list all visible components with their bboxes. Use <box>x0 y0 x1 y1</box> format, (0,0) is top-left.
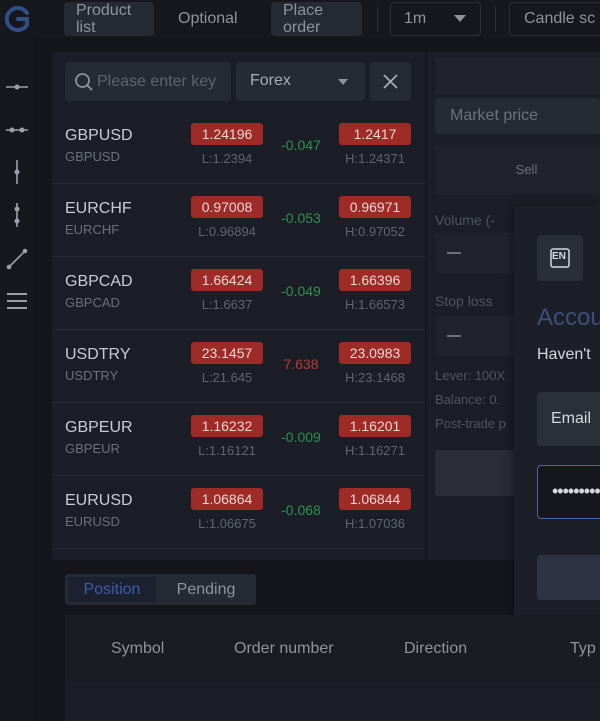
low-value: L:1.06675 <box>198 516 256 531</box>
table-row[interactable]: EURCHF EURCHF 0.97008 0.96971 L:0.96894 … <box>52 184 425 257</box>
change-value: -0.053 <box>281 210 321 226</box>
high-value: H:23.1468 <box>345 370 405 385</box>
language-code: EN <box>552 251 566 262</box>
close-icon <box>383 74 398 89</box>
column-header-type: Typ <box>570 640 596 657</box>
column-header-direction: Direction <box>404 640 468 657</box>
horizontal-line-icon[interactable] <box>4 74 30 100</box>
symbol-name: USDTRY <box>65 346 131 363</box>
low-value: L:1.16121 <box>198 443 256 458</box>
minus-icon[interactable] <box>447 252 461 254</box>
drawing-toolbar <box>0 38 34 721</box>
login-button[interactable] <box>537 555 600 600</box>
symbol-name: EURUSD <box>65 492 133 509</box>
language-button[interactable]: EN <box>537 235 583 281</box>
table-row[interactable]: USDTRY USDTRY 23.1457 23.0983 L:21.645 H… <box>52 330 425 403</box>
chevron-down-icon <box>454 15 466 22</box>
volume-label: Volume (- <box>435 212 495 228</box>
bid-price: 23.1457 <box>191 342 263 364</box>
symbol-sub: GBPEUR <box>65 441 120 456</box>
category-select[interactable]: Forex <box>236 62 365 101</box>
place-order-tab[interactable]: Place order <box>271 2 362 36</box>
table-row[interactable]: GBPEUR GBPEUR 1.16232 1.16201 L:1.16121 … <box>52 403 425 476</box>
symbol-sub: GBPUSD <box>65 149 120 164</box>
table-row[interactable]: GBPCAD GBPCAD 1.66424 1.66396 L:1.6637 H… <box>52 257 425 330</box>
ask-price: 1.16201 <box>339 415 411 437</box>
high-value: H:1.66573 <box>345 297 405 312</box>
menu-icon[interactable] <box>4 288 30 314</box>
close-button[interactable] <box>370 62 411 101</box>
table-row[interactable]: GBPUSD GBPUSD 1.24196 1.2417 L:1.2394 H:… <box>52 111 425 184</box>
symbol-name: GBPCAD <box>65 273 133 290</box>
bid-price: 0.97008 <box>191 196 263 218</box>
order-type-select[interactable]: Market price <box>435 98 600 134</box>
low-value: L:21.645 <box>201 370 253 385</box>
ask-price: 0.96971 <box>339 196 411 218</box>
email-field[interactable]: Email <box>537 392 600 446</box>
symbol-sub: EURCHF <box>65 222 120 237</box>
divider <box>495 6 496 32</box>
symbol-name: GBPEUR <box>65 419 133 436</box>
ask-price: 1.66396 <box>339 269 411 291</box>
high-value: H:1.24371 <box>345 151 405 166</box>
symbol-sub: EURUSD <box>65 514 120 529</box>
password-field[interactable]: •••••••••• <box>537 465 600 519</box>
logo-icon <box>4 6 29 32</box>
table-row[interactable]: EURUSD EURUSD 1.06864 1.06844 L:1.06675 … <box>52 476 425 549</box>
search-box[interactable] <box>65 62 231 101</box>
sell-button[interactable]: Sell <box>435 145 600 195</box>
top-bar: Product list Optional Place order 1m Candl… <box>0 0 600 38</box>
tab-position[interactable]: Position <box>68 577 156 602</box>
change-value: -0.049 <box>281 283 321 299</box>
chart-type-select[interactable]: Candle sc <box>509 2 600 36</box>
category-value: Forex <box>250 72 291 89</box>
post-trade-label: Post-trade p <box>435 416 506 431</box>
bid-price: 1.16232 <box>191 415 263 437</box>
search-icon <box>75 73 93 91</box>
product-list-tab[interactable]: Product list <box>64 2 154 36</box>
low-value: L:1.2394 <box>201 151 253 166</box>
divider <box>377 6 378 32</box>
balance-label: Balance: 0. <box>435 392 501 407</box>
change-value: -0.047 <box>281 137 321 153</box>
high-value: H:1.16271 <box>345 443 405 458</box>
high-value: H:1.07036 <box>345 516 405 531</box>
dialog-subtitle: Haven't <box>537 346 591 363</box>
change-value: -0.009 <box>281 429 321 445</box>
change-value: 7.638 <box>283 356 319 372</box>
trend-line-icon[interactable] <box>4 246 30 272</box>
symbol-name: GBPUSD <box>65 127 133 144</box>
ask-price: 23.0983 <box>339 342 411 364</box>
change-value: -0.068 <box>281 502 321 518</box>
symbol-name: EURCHF <box>65 200 132 217</box>
tab-pending[interactable]: Pending <box>160 577 252 602</box>
optional-tab[interactable]: Optional <box>178 2 238 36</box>
column-header-symbol: Symbol <box>111 640 165 657</box>
search-input[interactable] <box>97 62 225 101</box>
position-tabs: Position Pending <box>65 574 256 605</box>
stop-loss-label: Stop loss <box>435 293 493 309</box>
bid-price: 1.06864 <box>191 488 263 510</box>
chevron-down-icon <box>338 79 348 85</box>
high-value: H:0.97052 <box>345 224 405 239</box>
lever-label: Lever: 100X <box>435 368 506 383</box>
vertical-segment-icon[interactable] <box>4 202 30 228</box>
bid-price: 1.24196 <box>191 123 263 145</box>
low-value: L:1.6637 <box>201 297 253 312</box>
symbol-sub: GBPCAD <box>65 295 120 310</box>
dialog-title: Accou <box>537 304 600 331</box>
horizontal-ray-icon[interactable] <box>4 117 30 143</box>
column-header-order-number: Order number <box>234 640 334 657</box>
symbol-sub: USDTRY <box>65 368 119 383</box>
vertical-line-icon[interactable] <box>4 159 30 185</box>
order-header <box>435 58 600 94</box>
interval-select[interactable]: 1m <box>390 2 481 36</box>
bid-price: 1.66424 <box>191 269 263 291</box>
low-value: L:0.96894 <box>198 224 256 239</box>
ask-price: 1.2417 <box>339 123 411 145</box>
ask-price: 1.06844 <box>339 488 411 510</box>
minus-icon[interactable] <box>447 335 461 337</box>
